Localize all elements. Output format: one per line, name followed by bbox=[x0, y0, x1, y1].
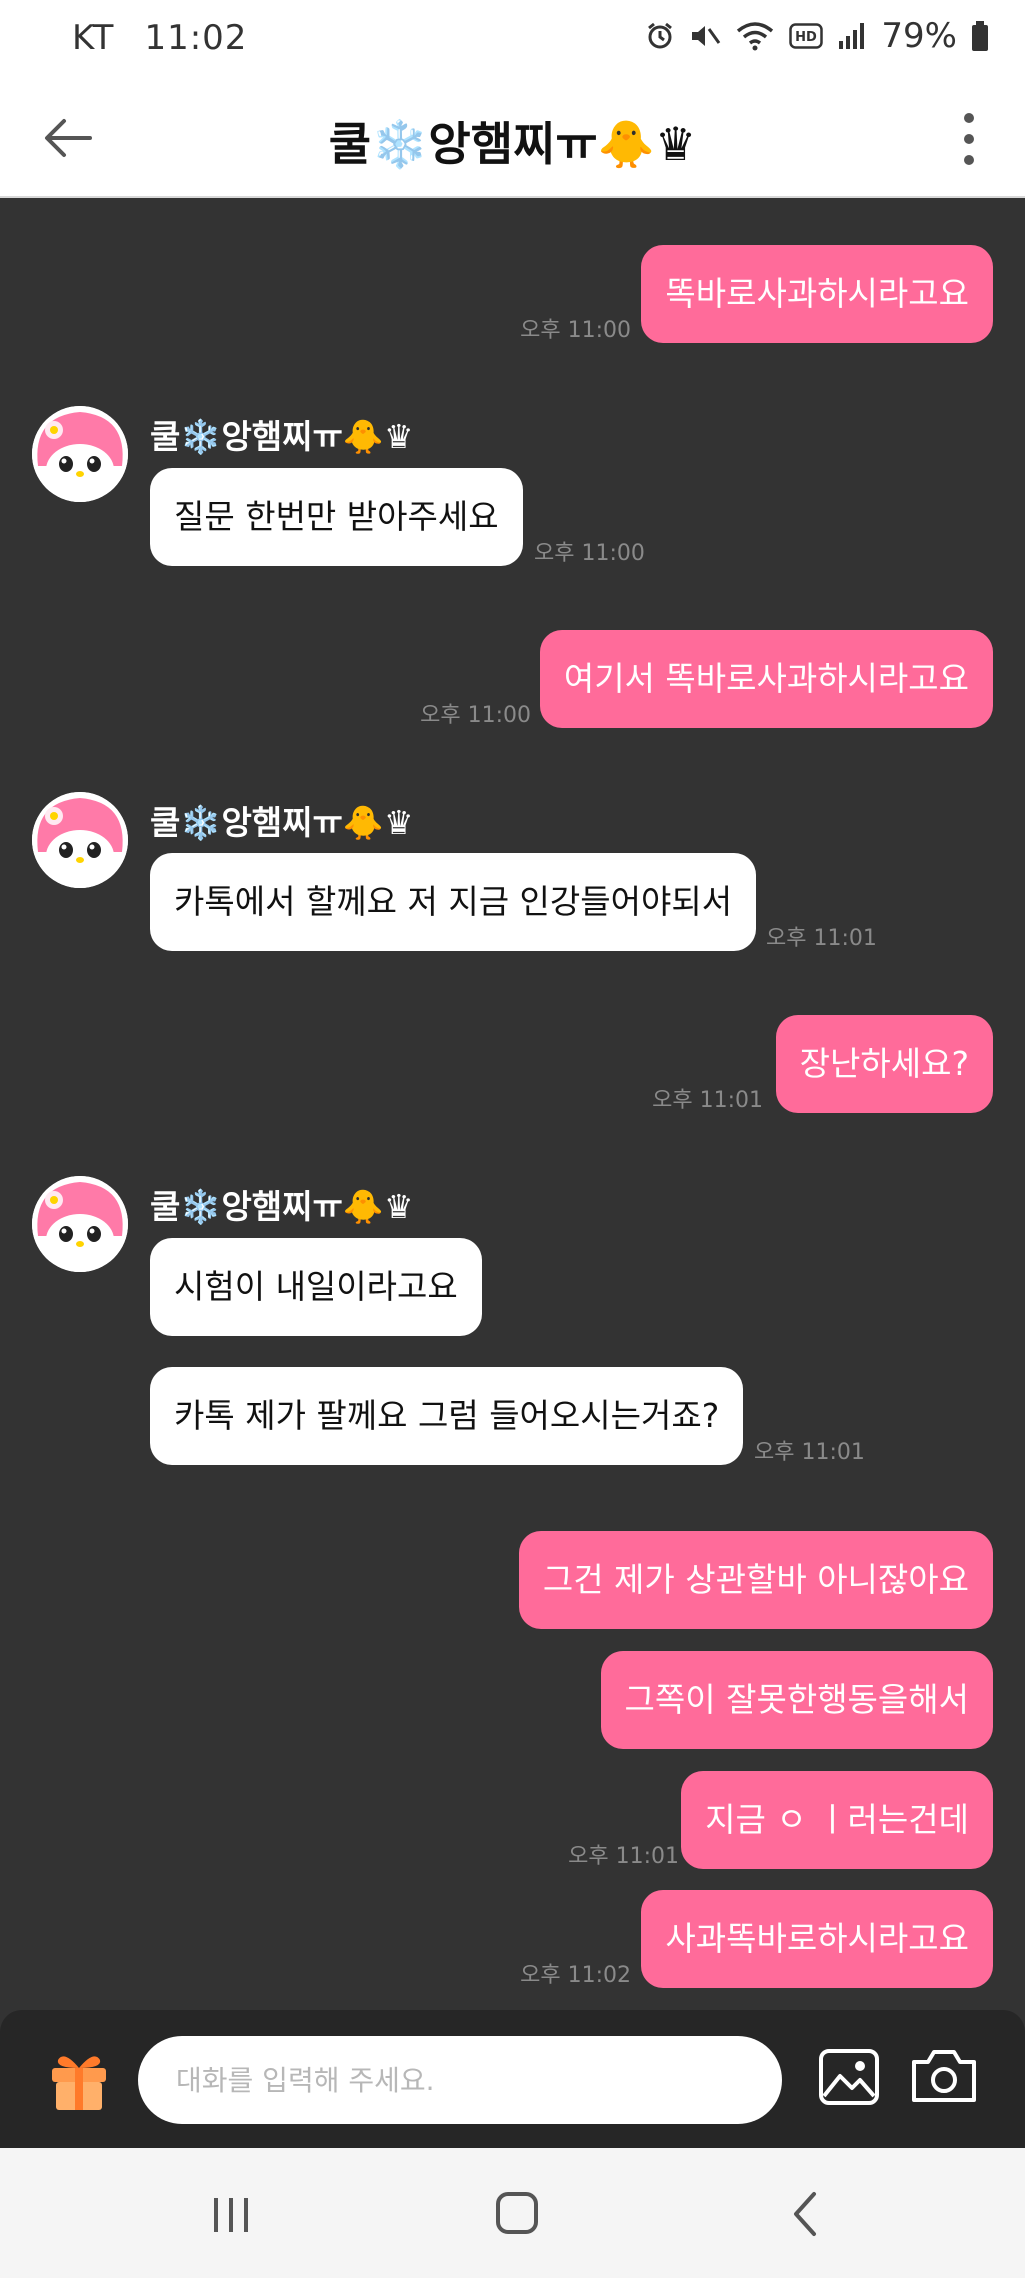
status-bar: KT 11:02 HD 79% bbox=[0, 0, 1025, 82]
sender-name: 쿨❄️앙햄찌ㅠ🐥♛ bbox=[150, 803, 414, 842]
outgoing-message[interactable]: 사과똑바로하시라고요 bbox=[641, 1890, 993, 1988]
chat-title: 쿨❄️앙햄찌ㅠ🐥♛ bbox=[328, 117, 697, 171]
message-time: 오후 11:01 bbox=[568, 1844, 679, 1869]
svg-text:HD: HD bbox=[796, 30, 818, 45]
signal-icon bbox=[839, 23, 865, 49]
avatar[interactable] bbox=[32, 1176, 128, 1272]
my-melody-avatar bbox=[32, 406, 128, 502]
home-icon[interactable] bbox=[482, 2184, 552, 2244]
camera-icon[interactable] bbox=[908, 2046, 980, 2106]
gift-icon[interactable] bbox=[46, 2046, 112, 2112]
sender-name: 쿨❄️앙햄찌ㅠ🐥♛ bbox=[150, 1187, 414, 1226]
incoming-message[interactable]: 시험이 내일이라고요 bbox=[150, 1238, 482, 1336]
battery-percent: 79% bbox=[881, 16, 957, 56]
message-time: 오후 11:02 bbox=[520, 1963, 631, 1988]
message-input[interactable] bbox=[138, 2036, 782, 2124]
battery-icon bbox=[972, 21, 988, 51]
avatar[interactable] bbox=[32, 792, 128, 888]
message-time: 오후 11:00 bbox=[420, 703, 531, 728]
status-left: KT 11:02 bbox=[72, 18, 277, 58]
wifi-icon bbox=[737, 22, 774, 51]
outgoing-message[interactable]: 그건 제가 상관할바 아니잖아요 bbox=[518, 1531, 993, 1629]
avatar[interactable] bbox=[32, 406, 128, 502]
mute-icon bbox=[692, 26, 721, 46]
my-melody-avatar bbox=[32, 792, 128, 888]
sender-name: 쿨❄️앙햄찌ㅠ🐥♛ bbox=[150, 417, 414, 456]
back-icon[interactable] bbox=[770, 2184, 840, 2244]
alarm-icon bbox=[648, 22, 673, 49]
outgoing-message[interactable]: 장난하세요? bbox=[775, 1015, 993, 1113]
message-time: 오후 11:01 bbox=[766, 926, 877, 951]
message-time: 오후 11:01 bbox=[652, 1088, 763, 1113]
message-time: 오후 11:00 bbox=[534, 541, 645, 566]
incoming-message[interactable]: 질문 한번만 받아주세요 bbox=[150, 468, 523, 566]
carrier-label: KT bbox=[72, 18, 115, 58]
message-time: 오후 11:00 bbox=[520, 318, 631, 343]
system-nav-bar bbox=[0, 2148, 1025, 2278]
chat-area[interactable]: 똑바로사과하시라고요 오후 11:00 쿨❄️앙햄찌ㅠ🐥♛ 질문 한번만 받아주… bbox=[0, 198, 1025, 2010]
status-icons: HD 79% bbox=[645, 16, 989, 56]
message-input-bar bbox=[0, 2010, 1025, 2148]
image-icon[interactable] bbox=[818, 2048, 880, 2106]
outgoing-message[interactable]: 그쪽이 잘못한행동을해서 bbox=[600, 1651, 993, 1749]
clock: 11:02 bbox=[144, 18, 248, 58]
chat-header: 쿨❄️앙햄찌ㅠ🐥♛ bbox=[0, 82, 1025, 198]
outgoing-message[interactable]: 여기서 똑바로사과하시라고요 bbox=[539, 630, 993, 728]
outgoing-message[interactable]: 똑바로사과하시라고요 bbox=[641, 245, 993, 343]
incoming-message[interactable]: 카톡에서 할께요 저 지금 인강들어야되서 bbox=[150, 853, 757, 951]
my-melody-avatar bbox=[32, 1176, 128, 1272]
recent-apps-icon[interactable] bbox=[196, 2184, 266, 2244]
hd-icon: HD bbox=[789, 23, 824, 49]
message-time: 오후 11:01 bbox=[754, 1440, 865, 1465]
incoming-message[interactable]: 카톡 제가 팔께요 그럼 들어오시는거죠? bbox=[150, 1367, 744, 1465]
outgoing-message[interactable]: 지금 ㅇ ㅣ러는건데 bbox=[681, 1771, 993, 1869]
more-vert-icon[interactable] bbox=[949, 104, 989, 174]
